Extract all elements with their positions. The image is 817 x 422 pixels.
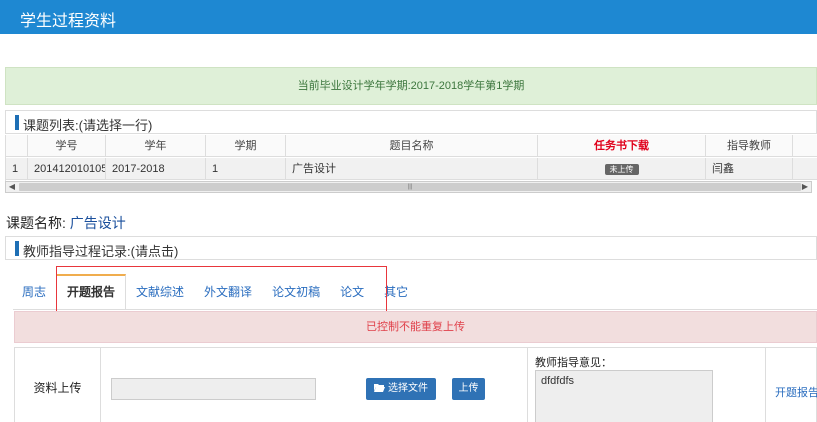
row-topic: 广告设计 — [286, 158, 538, 180]
row-teacher: 闫鑫 — [706, 158, 793, 180]
semester-info-banner: 当前毕业设计学年学期:2017-2018学年第1学期 — [5, 67, 817, 105]
upload-alert: 已控制不能重复上传 — [14, 311, 817, 343]
upload-section: 资料上传 选择文件 上传 教师指导意见： dfdfdfs 开题报告.c — [14, 347, 817, 422]
scroll-left-icon[interactable]: ◀ — [6, 182, 18, 192]
col-extra — [793, 135, 817, 157]
tab-foreign-translation[interactable]: 外文翻译 — [194, 274, 262, 310]
guidance-tabs: 周志 开题报告 文献综述 外文翻译 论文初稿 论文 其它 — [12, 274, 418, 310]
upload-label: 资料上传 — [15, 348, 101, 422]
row-student-id: 201412010105 — [28, 158, 106, 180]
course-name-value: 广告设计 — [69, 215, 126, 231]
upload-button[interactable]: 上传 — [452, 378, 485, 400]
tab-draft-thesis[interactable]: 论文初稿 — [262, 274, 330, 310]
col-term[interactable]: 学期 — [206, 135, 286, 157]
proposal-report-link[interactable]: 开题报告.c — [775, 384, 817, 400]
col-task-download[interactable]: 任务书下载 — [538, 135, 706, 157]
course-list-title: 课题列表:(请选择一行) — [23, 118, 153, 133]
folder-open-icon — [374, 384, 385, 392]
table-row[interactable]: 1 201412010105 2017-2018 1 广告设计 未上传 闫鑫 — [6, 158, 817, 180]
col-index — [6, 135, 28, 157]
tabs-divider — [13, 309, 817, 310]
col-topic[interactable]: 题目名称 — [286, 135, 538, 157]
course-list-header: 课题列表:(请选择一行) — [5, 110, 817, 134]
col-student-id[interactable]: 学号 — [28, 135, 106, 157]
section-marker — [15, 241, 19, 256]
col-year[interactable]: 学年 — [106, 135, 206, 157]
guidance-title: 教师指导过程记录:(请点击) — [23, 244, 179, 259]
row-term: 1 — [206, 158, 286, 180]
row-year: 2017-2018 — [106, 158, 206, 180]
section-marker — [15, 115, 19, 130]
comment-divider — [765, 348, 766, 422]
row-index: 1 — [6, 158, 28, 180]
teacher-comment-box[interactable]: dfdfdfs — [535, 370, 713, 422]
choose-file-label: 选择文件 — [388, 383, 428, 394]
scroll-right-icon[interactable]: ▶ — [799, 182, 811, 192]
scroll-thumb[interactable]: ||| — [19, 183, 801, 191]
tab-proposal-report[interactable]: 开题报告 — [56, 274, 127, 310]
app-header: 学生过程资料 — [0, 0, 817, 34]
course-name: 课题名称: 广告设计 — [6, 213, 126, 233]
task-status-badge[interactable]: 未上传 — [604, 163, 639, 175]
row-task-cell: 未上传 — [538, 158, 706, 180]
teacher-comment-label: 教师指导意见： — [535, 357, 612, 369]
choose-file-button[interactable]: 选择文件 — [366, 378, 436, 400]
tab-weekly-log[interactable]: 周志 — [12, 274, 56, 310]
course-name-label: 课题名称: — [6, 215, 70, 231]
course-table: 学号 学年 学期 题目名称 任务书下载 指导教师 1 201412010105 … — [5, 135, 817, 185]
tab-literature-review[interactable]: 文献综述 — [126, 274, 194, 310]
upload-divider — [527, 348, 528, 422]
row-extra — [793, 158, 817, 180]
guidance-header: 教师指导过程记录:(请点击) — [5, 236, 817, 260]
tab-other[interactable]: 其它 — [374, 274, 418, 310]
tab-thesis[interactable]: 论文 — [330, 274, 374, 310]
horizontal-scrollbar[interactable]: ◀ ||| ▶ — [5, 181, 812, 193]
file-path-input[interactable] — [111, 378, 316, 400]
page-title: 学生过程资料 — [20, 13, 117, 30]
table-header-row: 学号 学年 学期 题目名称 任务书下载 指导教师 — [6, 135, 817, 157]
col-teacher[interactable]: 指导教师 — [706, 135, 793, 157]
guidance-tabs-panel: 周志 开题报告 文献综述 外文翻译 论文初稿 论文 其它 — [5, 260, 817, 310]
